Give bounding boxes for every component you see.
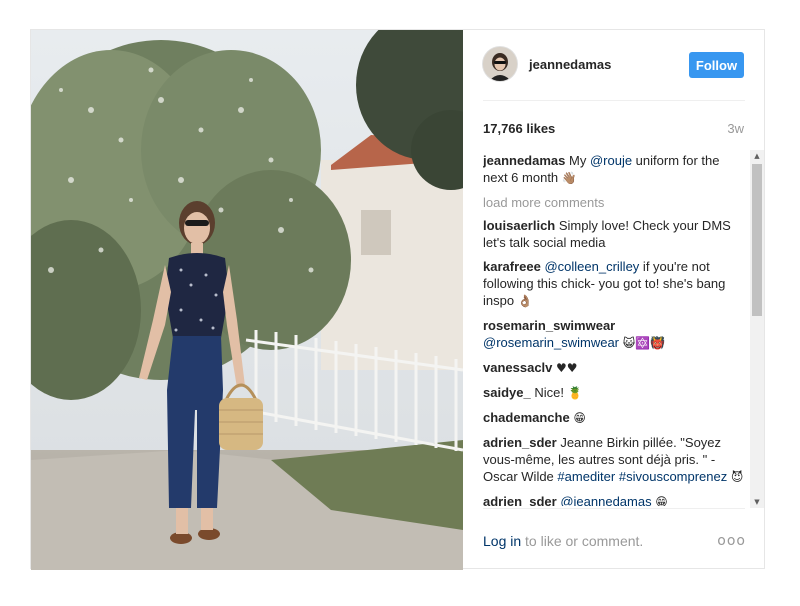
follow-button[interactable]: Follow: [689, 52, 744, 78]
comment-emoji: 😈: [730, 470, 744, 484]
caption-text-before: My: [569, 153, 590, 168]
footer-text: to like or comment.: [521, 533, 644, 549]
comment-emoji: 😁: [573, 411, 586, 425]
comment-mention[interactable]: @jeannedamas: [560, 494, 651, 506]
comment-item: chademanche 😁: [483, 409, 745, 427]
comment-username[interactable]: adrien_sder: [483, 435, 557, 450]
comment-hashtag[interactable]: #sivouscomprenez: [619, 469, 727, 484]
comment-emoji: 👌🏽: [517, 294, 533, 308]
post-age[interactable]: 3w: [727, 121, 744, 136]
comments-list: jeannedamas My @rouje uniform for the ne…: [483, 152, 745, 506]
comment-emoji: 🍍: [567, 386, 583, 400]
comment-username[interactable]: saidye_: [483, 385, 531, 400]
comment-item: rosemarin_swimwear @rosemarin_swimwear 😺…: [483, 317, 745, 352]
instagram-post-embed: jeannedamas Follow 17,766 likes 3w jeann…: [30, 29, 766, 570]
comment-text: Nice!: [534, 385, 564, 400]
comment-hashtag[interactable]: #amediter: [557, 469, 615, 484]
comment-username[interactable]: chademanche: [483, 410, 570, 425]
photo-illustration: [31, 30, 463, 570]
comment-item: adrien_sder @jeannedamas 😁: [483, 493, 745, 506]
post-sidebar: jeannedamas Follow 17,766 likes 3w jeann…: [463, 30, 766, 570]
comment-emoji: ♥♥: [556, 361, 578, 375]
comment-item: karafreee @colleen_crilley if you're not…: [483, 258, 745, 310]
comment-username[interactable]: rosemarin_swimwear: [483, 318, 615, 333]
more-options-icon[interactable]: ooo: [717, 533, 746, 549]
comment-username[interactable]: louisaerlich: [483, 218, 555, 233]
comment-username[interactable]: adrien_sder: [483, 494, 557, 506]
caption-emoji: 👋🏽: [561, 171, 577, 185]
scroll-up-arrow-icon[interactable]: ▲: [750, 150, 764, 162]
comment-item: adrien_sder Jeanne Birkin pillée. "Soyez…: [483, 434, 745, 486]
caption-mention[interactable]: @rouje: [590, 153, 632, 168]
comment-item: vanessaclv ♥♥: [483, 359, 745, 377]
post-footer: Log in to like or comment.: [483, 533, 745, 549]
scrollbar-thumb[interactable]: [752, 164, 762, 316]
post-header: jeannedamas Follow: [463, 30, 766, 100]
load-more-comments-link[interactable]: load more comments: [483, 194, 745, 211]
comment-username[interactable]: karafreee: [483, 259, 541, 274]
avatar-image: [483, 47, 517, 81]
comment-emoji: 😺🔯👹: [622, 336, 666, 350]
comment-mention[interactable]: @rosemarin_swimwear: [483, 335, 619, 350]
comment-item: saidye_ Nice! 🍍: [483, 384, 745, 402]
header-divider: [483, 100, 745, 101]
caption-username[interactable]: jeannedamas: [483, 153, 565, 168]
login-link[interactable]: Log in: [483, 533, 521, 549]
comment-username[interactable]: vanessaclv: [483, 360, 552, 375]
likes-count[interactable]: 17,766 likes: [483, 121, 555, 136]
scroll-down-arrow-icon[interactable]: ▼: [750, 496, 764, 508]
header-username[interactable]: jeannedamas: [529, 57, 611, 72]
caption: jeannedamas My @rouje uniform for the ne…: [483, 152, 745, 187]
avatar[interactable]: [483, 47, 517, 81]
post-photo[interactable]: [31, 30, 463, 570]
comments-scrollbar[interactable]: ▲ ▼: [750, 150, 764, 508]
comment-emoji: 😁: [655, 495, 668, 506]
comment-mention[interactable]: @colleen_crilley: [544, 259, 639, 274]
footer-divider: [483, 508, 745, 509]
comment-item: louisaerlich Simply love! Check your DMS…: [483, 217, 745, 251]
